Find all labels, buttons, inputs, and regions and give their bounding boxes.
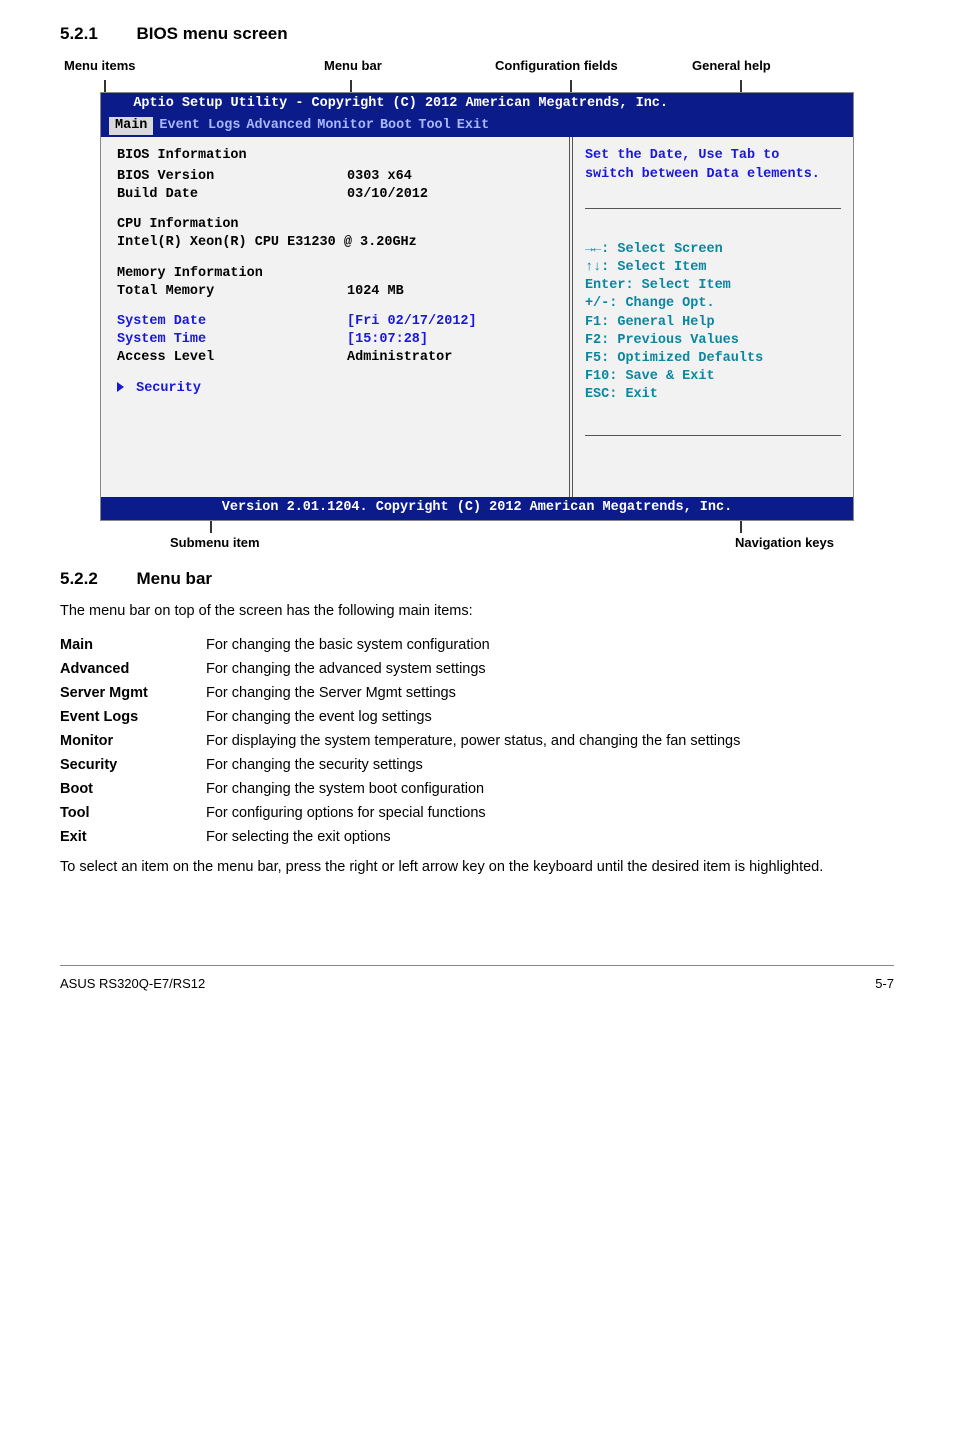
table-row: SecurityFor changing the security settin…	[60, 753, 894, 777]
bios-date-key[interactable]: System Date	[117, 313, 347, 331]
page-footer: ASUS RS320Q-E7/RS12 5-7	[60, 965, 894, 1015]
bios-tab-tool[interactable]: Tool	[418, 117, 450, 135]
bios-tab-boot[interactable]: Boot	[380, 117, 412, 135]
bios-tab-row: Main Event Logs Advanced Monitor Boot To…	[101, 115, 853, 137]
bios-access-key: Access Level	[117, 349, 347, 367]
bios-time-val[interactable]: [15:07:28]	[347, 331, 428, 349]
bios-help-line2: switch between Data elements.	[585, 166, 841, 184]
callout-ticks-bottom	[60, 521, 894, 535]
menubar-table: MainFor changing the basic system config…	[60, 633, 894, 849]
bios-version-val: 0303 x64	[347, 168, 412, 186]
bios-build-key: Build Date	[117, 186, 347, 204]
bios-right-pane: Set the Date, Use Tab to switch between …	[573, 137, 853, 497]
annot-menu-items: Menu items	[64, 58, 136, 73]
bios-access-val: Administrator	[347, 349, 452, 367]
bios-date-val[interactable]: [Fri 02/17/2012]	[347, 313, 477, 331]
bios-build-val: 03/10/2012	[347, 186, 428, 204]
table-row: BootFor changing the system boot configu…	[60, 777, 894, 801]
nav-line: F2: Previous Values	[585, 332, 841, 350]
table-row: ExitFor selecting the exit options	[60, 825, 894, 849]
bios-tab-exit[interactable]: Exit	[457, 117, 489, 135]
bios-time-key[interactable]: System Time	[117, 331, 347, 349]
bios-cpu-line: Intel(R) Xeon(R) CPU E31230 @ 3.20GHz	[117, 234, 553, 252]
table-row: MainFor changing the basic system config…	[60, 633, 894, 657]
nav-line: F10: Save & Exit	[585, 368, 841, 386]
section-number: 5.2.2	[60, 569, 132, 589]
footer-right: 5-7	[875, 976, 894, 991]
nav-line: Enter: Select Item	[585, 277, 841, 295]
bios-info-header: BIOS Information	[117, 147, 553, 165]
bios-tab-eventlogs[interactable]: Event Logs	[159, 117, 240, 135]
menubar-intro: The menu bar on top of the screen has th…	[60, 603, 894, 619]
bios-mem-key: Total Memory	[117, 283, 347, 301]
bios-screenshot: Aptio Setup Utility - Copyright (C) 2012…	[100, 92, 854, 521]
annotation-row-top: Menu items Menu bar Configuration fields…	[60, 58, 894, 80]
bios-version-key: BIOS Version	[117, 168, 347, 186]
nav-line: F5: Optimized Defaults	[585, 350, 841, 368]
table-row: MonitorFor displaying the system tempera…	[60, 729, 894, 753]
bios-nav-keys: →←: Select Screen ↑↓: Select Item Enter:…	[585, 231, 841, 436]
nav-line: ↑↓: Select Item	[585, 259, 841, 277]
section-title: BIOS menu screen	[136, 24, 287, 43]
menubar-closing: To select an item on the menu bar, press…	[60, 859, 894, 875]
table-row: AdvancedFor changing the advanced system…	[60, 657, 894, 681]
annot-general-help: General help	[692, 58, 771, 73]
table-row: Event LogsFor changing the event log set…	[60, 705, 894, 729]
bios-title-text: Aptio Setup Utility - Copyright (C) 2012…	[133, 96, 668, 111]
table-row: Server MgmtFor changing the Server Mgmt …	[60, 681, 894, 705]
bios-security-label: Security	[136, 381, 201, 396]
bios-tab-main[interactable]: Main	[109, 117, 153, 135]
table-row: ToolFor configuring options for special …	[60, 801, 894, 825]
bios-cpu-header: CPU Information	[117, 216, 553, 234]
bios-left-pane: BIOS Information BIOS Version0303 x64 Bu…	[101, 137, 573, 497]
footer-left: ASUS RS320Q-E7/RS12	[60, 976, 205, 991]
bios-help-line1: Set the Date, Use Tab to	[585, 147, 841, 165]
section-number: 5.2.1	[60, 24, 132, 44]
nav-line: F1: General Help	[585, 314, 841, 332]
bios-tab-monitor[interactable]: Monitor	[317, 117, 374, 135]
bios-mem-val: 1024 MB	[347, 283, 404, 301]
bios-title-bar: Aptio Setup Utility - Copyright (C) 2012…	[101, 93, 853, 115]
callout-ticks-top	[60, 80, 894, 92]
annot-nav-keys: Navigation keys	[735, 535, 834, 550]
annot-menu-bar: Menu bar	[324, 58, 382, 73]
bios-mem-header: Memory Information	[117, 265, 553, 283]
bios-security-submenu[interactable]: Security	[117, 380, 553, 398]
nav-line: ESC: Exit	[585, 386, 841, 404]
nav-line: →←: Select Screen	[585, 241, 841, 259]
annot-config-fields: Configuration fields	[495, 58, 618, 73]
annotation-row-bottom: Submenu item Navigation keys	[170, 535, 834, 559]
nav-line: +/-: Change Opt.	[585, 295, 841, 313]
annot-submenu-item: Submenu item	[170, 535, 260, 550]
section-title: Menu bar	[136, 569, 212, 588]
submenu-arrow-icon	[117, 382, 124, 392]
bios-tab-advanced[interactable]: Advanced	[246, 117, 311, 135]
bios-bottom-bar: Version 2.01.1204. Copyright (C) 2012 Am…	[101, 497, 853, 519]
